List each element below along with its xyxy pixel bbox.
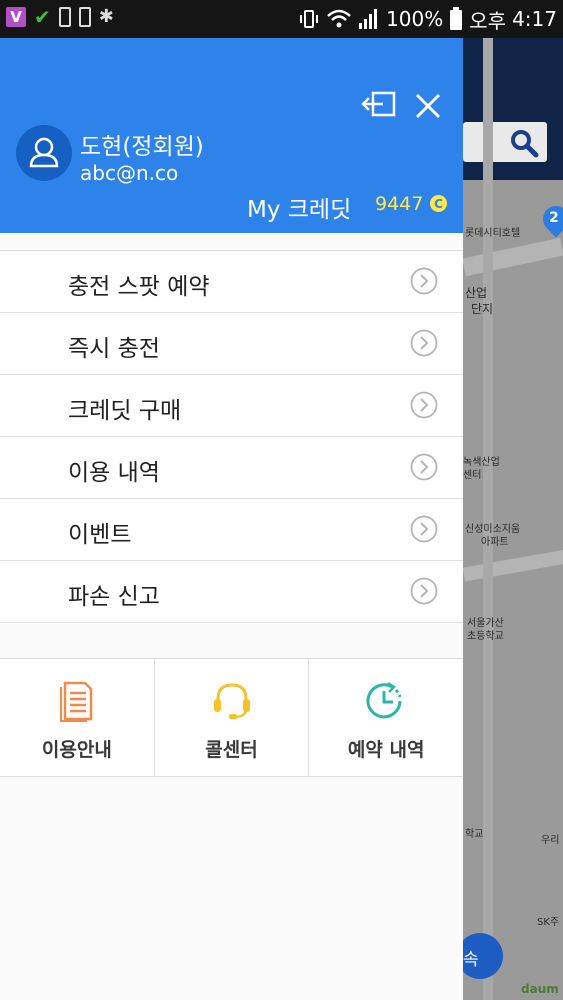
bug-icon: ✱ (98, 6, 114, 27)
menu-item-instant-charge[interactable]: 즉시 충전 (0, 312, 463, 374)
chevron-right-icon (410, 453, 438, 481)
battery-alert-icon (78, 7, 91, 27)
map-label: 학교 (465, 829, 484, 840)
app-notification-icon: V (6, 7, 26, 27)
menu-item-label: 크레딧 구매 (68, 398, 182, 424)
map-pin-badge: 2 (549, 210, 559, 226)
user-email: abc@n.co (80, 161, 179, 185)
map-road (483, 38, 493, 1000)
user-icon (29, 137, 59, 168)
chevron-right-icon (410, 329, 438, 357)
map-label: 초등학교 (467, 631, 504, 642)
credit-balance: 9447 (375, 193, 424, 215)
map-road (463, 548, 563, 582)
menu-item-label: 이용 내역 (68, 460, 160, 486)
quick-actions: 이용안내 콜센터 예약 내역 (0, 658, 463, 777)
close-icon[interactable] (414, 92, 442, 120)
battery-percent: 100% (386, 7, 444, 31)
battery-icon (450, 7, 463, 30)
search-icon[interactable] (509, 128, 539, 158)
chevron-right-icon (410, 391, 438, 419)
map-label: 롯데시티호텔 (465, 228, 521, 239)
status-bar: V ✔ ✱ 100% 오후 4:17 (0, 0, 563, 38)
map-view[interactable]: 2 롯데시티호텔 산업 단지 녹색산업 센터 신성미소지움 아파트 서울가산 초… (463, 38, 563, 1000)
signal-icon (359, 9, 378, 29)
menu-item-label: 이벤트 (68, 522, 132, 548)
menu-item-credit-purchase[interactable]: 크레딧 구매 (0, 374, 463, 436)
drawer-menu: 충전 스팟 예약 즉시 충전 크레딧 구매 이용 내역 이벤트 파손 신고 (0, 250, 463, 623)
chevron-right-icon (410, 577, 438, 605)
daum-logo: daum (521, 982, 559, 996)
check-icon: ✔ (34, 5, 51, 29)
map-label: 아파트 (481, 537, 509, 548)
user-name: 도현(정회원) (80, 134, 204, 160)
quick-action-label: 예약 내역 (347, 739, 425, 761)
menu-item-damage-report[interactable]: 파손 신고 (0, 560, 463, 623)
wifi-icon (327, 9, 351, 28)
avatar[interactable] (16, 125, 72, 181)
menu-item-label: 파손 신고 (68, 584, 160, 610)
document-icon (59, 681, 93, 722)
menu-item-events[interactable]: 이벤트 (0, 498, 463, 560)
map-label: SK주 (537, 917, 560, 928)
clock-ampm: 오후 (469, 8, 507, 33)
menu-item-spot-reservation[interactable]: 충전 스팟 예약 (0, 250, 463, 312)
clock-icon (366, 681, 402, 719)
headset-icon (213, 683, 250, 719)
map-label: 센터 (463, 470, 482, 481)
vibrate-icon (300, 10, 319, 28)
map-label: 단지 (471, 302, 494, 316)
battery-charging-icon (58, 7, 71, 27)
drawer-header: 도현(정회원) abc@n.co My 크레딧 9447 C (0, 38, 463, 233)
quick-action-call-center[interactable]: 콜센터 (153, 659, 309, 776)
menu-item-usage-history[interactable]: 이용 내역 (0, 436, 463, 498)
map-action-label: 속 (463, 950, 479, 970)
chevron-right-icon (410, 267, 438, 295)
menu-item-label: 즉시 충전 (68, 336, 160, 362)
logout-icon[interactable] (361, 90, 397, 118)
quick-action-reservation-history[interactable]: 예약 내역 (308, 659, 463, 776)
map-label: 우리 (541, 835, 560, 846)
map-label: 산업 (465, 286, 488, 300)
map-action-button[interactable]: 속 (463, 933, 503, 979)
menu-item-label: 충전 스팟 예약 (68, 274, 210, 300)
credit-label: My 크레딧 (247, 197, 352, 223)
quick-action-label: 콜센터 (205, 739, 258, 761)
navigation-drawer: 도현(정회원) abc@n.co My 크레딧 9447 C 충전 스팟 예약 … (0, 38, 463, 1000)
chevron-right-icon (410, 515, 438, 543)
credit-coin-icon: C (430, 195, 447, 212)
map-search-bar[interactable] (463, 122, 547, 162)
quick-action-label: 이용안내 (41, 739, 112, 761)
clock-time: 4:17 (512, 7, 557, 31)
quick-action-guide[interactable]: 이용안내 (0, 659, 154, 776)
map-road (463, 237, 563, 277)
